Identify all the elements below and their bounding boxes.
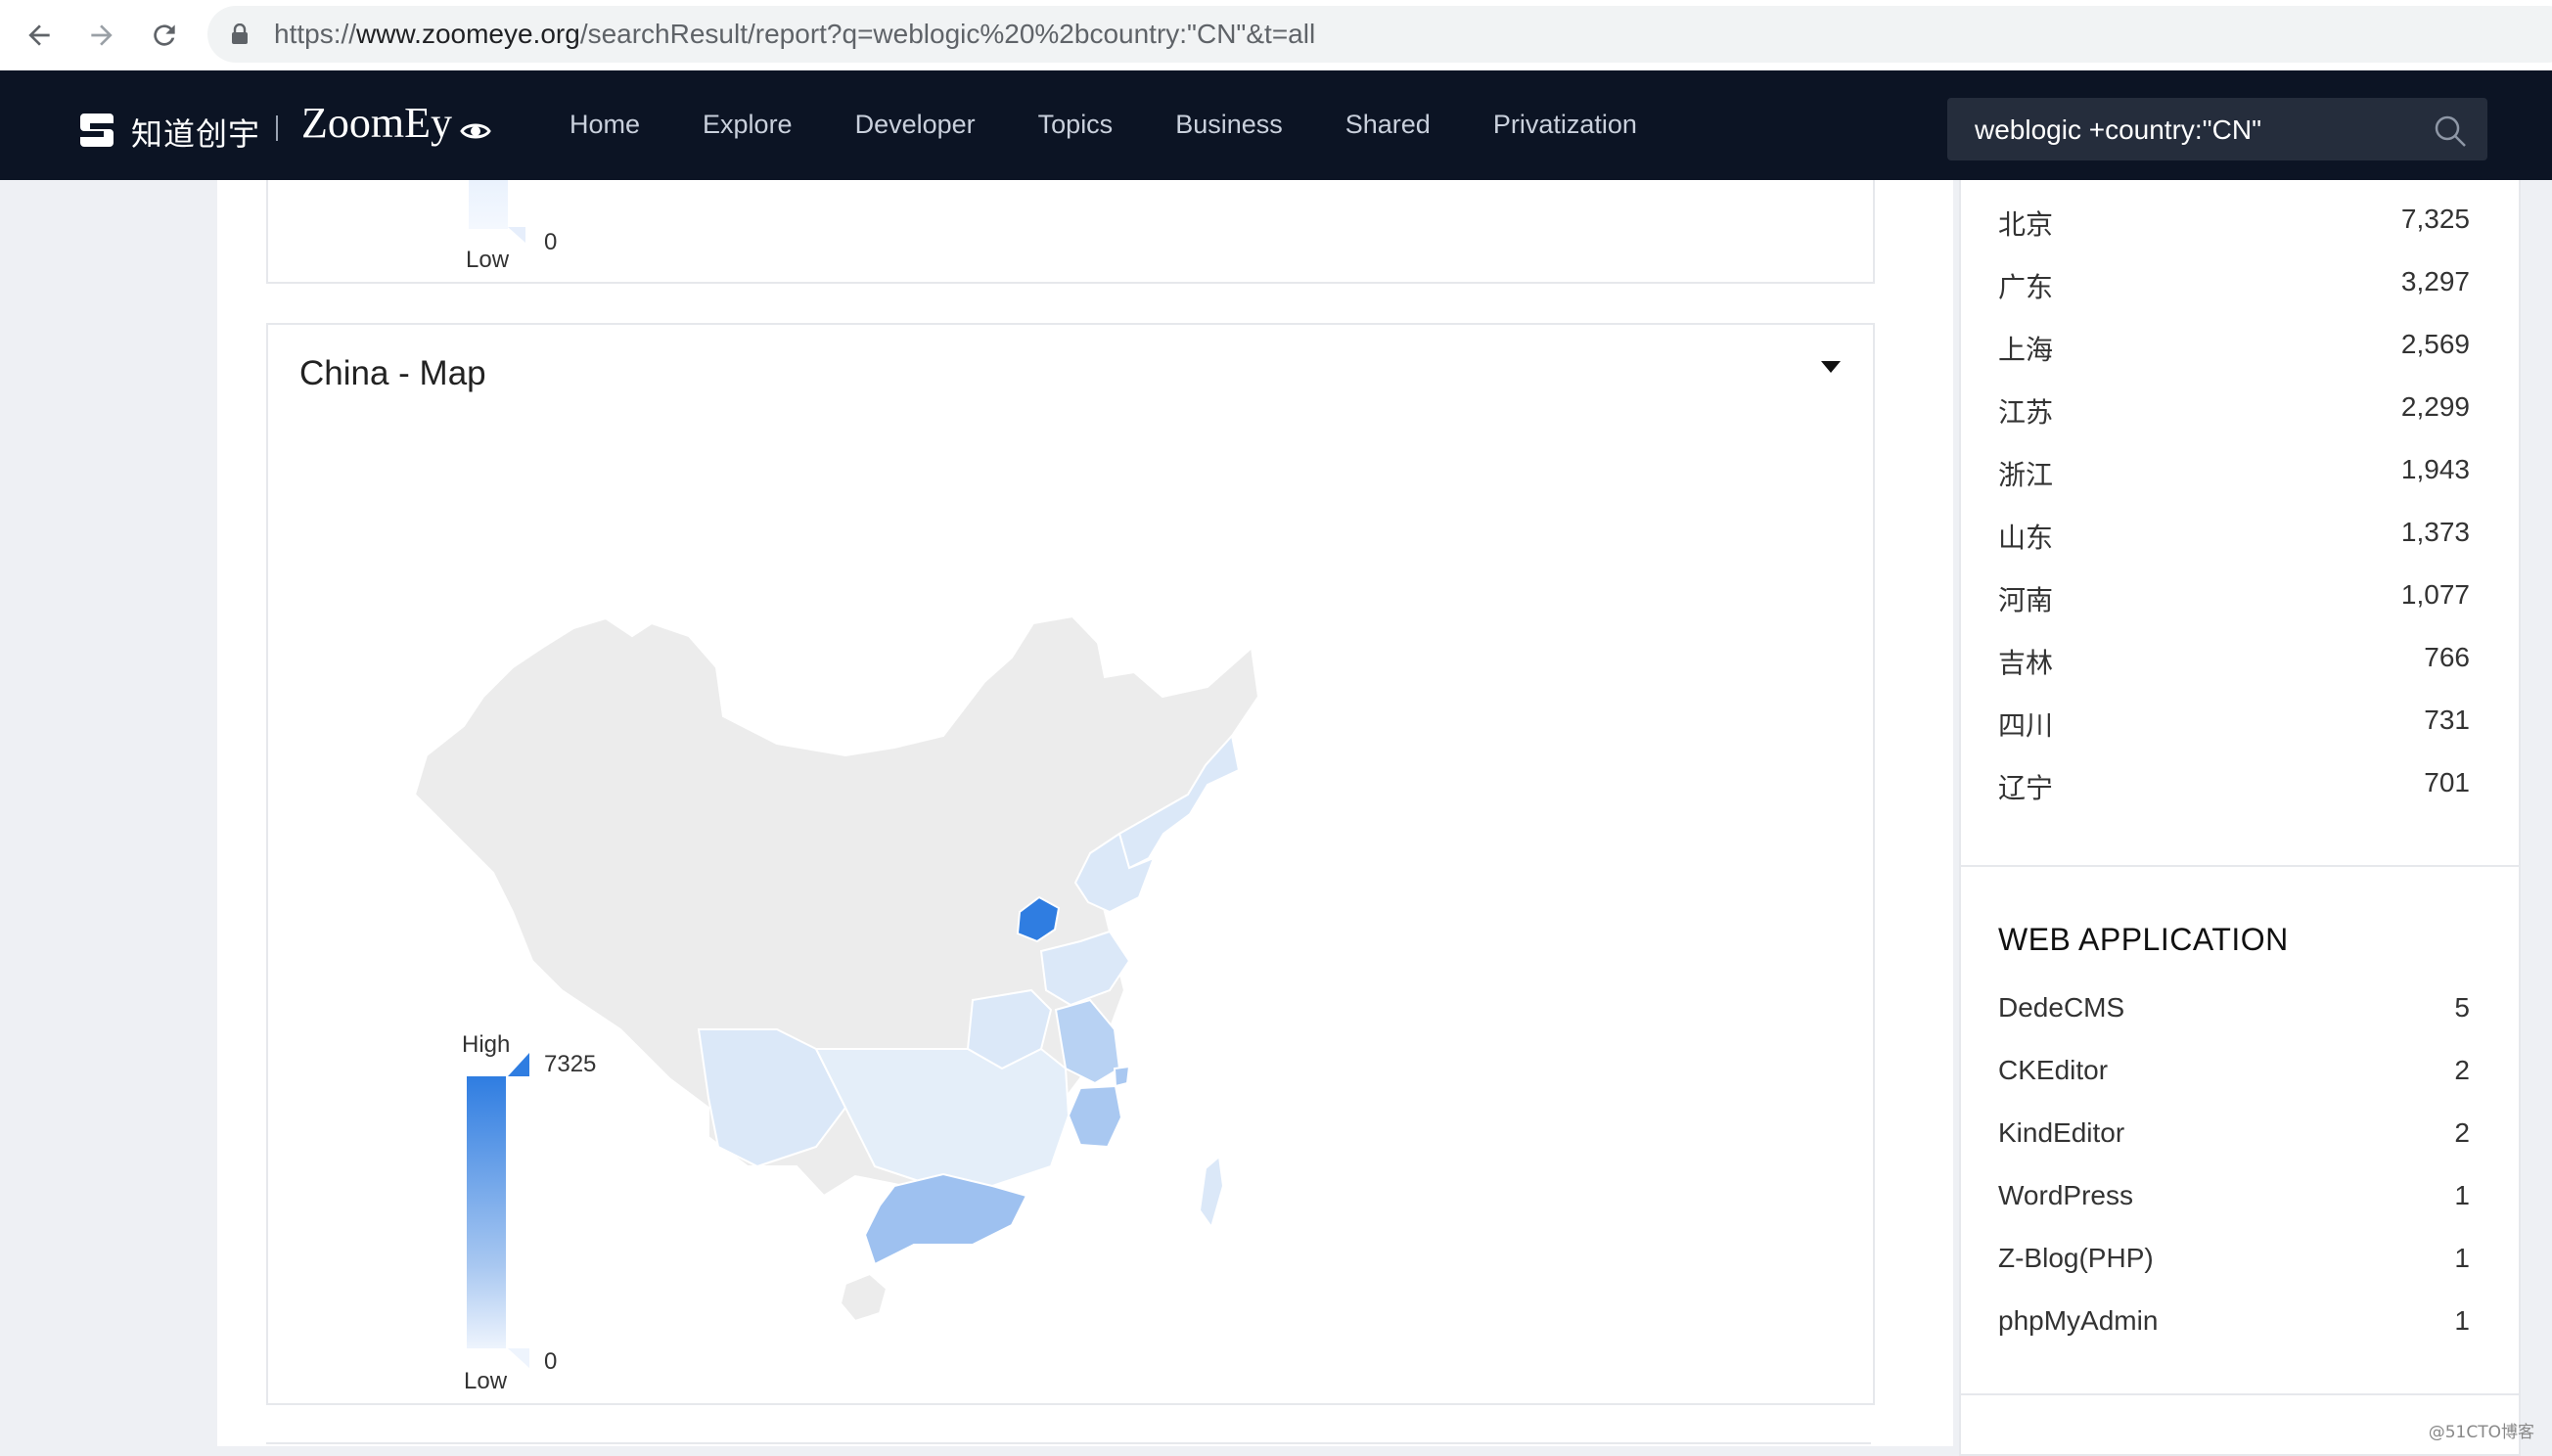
china-map-panel: China - Map High 7325 0 Low — [266, 323, 1875, 1405]
legend-min-value: 0 — [544, 1348, 558, 1375]
forward-button[interactable] — [80, 14, 123, 57]
main-nav: Home Explore Developer Topics Business S… — [570, 110, 1700, 140]
eye-icon — [460, 123, 491, 139]
legend-max-value: 7325 — [544, 1051, 597, 1077]
logo-chinese-text[interactable]: 知道创宇 — [131, 110, 260, 155]
nav-developer[interactable]: Developer — [855, 110, 976, 140]
map-region-guangdong[interactable] — [863, 1172, 1028, 1266]
arrow-left-icon — [28, 24, 50, 46]
map-region-taiwan[interactable] — [1198, 1155, 1225, 1230]
legend-low-label: Low — [466, 247, 510, 273]
list-item[interactable]: 河南 1,077 — [1998, 579, 2470, 618]
reload-button[interactable] — [143, 14, 186, 57]
legend-min-value: 0 — [544, 229, 558, 255]
address-bar[interactable]: https://www.zoomeye.org/searchResult/rep… — [207, 6, 2552, 63]
map-region-shanghai[interactable] — [1113, 1065, 1131, 1088]
reload-icon — [154, 24, 175, 46]
list-item[interactable]: DedeCMS 5 — [1998, 992, 2470, 1031]
nav-explore[interactable]: Explore — [703, 110, 793, 140]
legend-high-label: High — [462, 1031, 511, 1058]
logo-divider — [276, 115, 278, 141]
browser-toolbar: https://www.zoomeye.org/searchResult/rep… — [0, 0, 2552, 70]
legend-max-handle[interactable] — [508, 1053, 529, 1076]
nav-shared[interactable]: Shared — [1345, 110, 1431, 140]
knownsec-logo-icon — [80, 114, 114, 147]
list-item[interactable]: KindEditor 2 — [1998, 1117, 2470, 1157]
search-box — [1947, 98, 2487, 162]
list-item[interactable]: 广东 3,297 — [1998, 266, 2470, 305]
list-item[interactable]: WordPress 1 — [1998, 1180, 2470, 1219]
back-button[interactable] — [18, 14, 61, 57]
previous-map-panel: Low 0 — [266, 180, 1875, 284]
nav-topics[interactable]: Topics — [1038, 110, 1114, 140]
list-item[interactable]: 浙江 1,943 — [1998, 454, 2470, 493]
nav-home[interactable]: Home — [570, 110, 640, 140]
legend-gradient-bar — [467, 1076, 506, 1348]
legend-min-handle[interactable] — [508, 1348, 529, 1368]
page-gutter — [0, 180, 217, 1446]
legend-low-label: Low — [464, 1368, 508, 1394]
nav-business[interactable]: Business — [1175, 110, 1283, 140]
web-application-card: WEB APPLICATION DedeCMS 5 CKEditor 2 KindE… — [1959, 865, 2521, 1397]
search-input[interactable] — [1973, 98, 2407, 162]
map-region-hainan[interactable] — [839, 1272, 889, 1323]
list-item[interactable]: 江苏 2,299 — [1998, 391, 2470, 431]
zoomeye-logo-text[interactable]: ZoomEy — [301, 98, 452, 148]
arrow-right-icon — [91, 24, 113, 46]
list-item[interactable]: 山东 1,373 — [1998, 517, 2470, 556]
next-panel-edge — [266, 1442, 1871, 1448]
list-item[interactable]: 辽宁 701 — [1998, 767, 2470, 806]
list-item[interactable]: Z-Blog(PHP) 1 — [1998, 1243, 2470, 1282]
nav-privatization[interactable]: Privatization — [1493, 110, 1637, 140]
site-header: 知道创宇 ZoomEy Home Explore Developer Topic… — [0, 70, 2552, 180]
province-stats-card: 北京 7,325 广东 3,297 上海 2,569 江苏 2,299 浙江 1,943 … — [1959, 180, 2521, 867]
list-item[interactable]: phpMyAdmin 1 — [1998, 1305, 2470, 1344]
lock-icon — [232, 23, 248, 44]
card-title: WEB APPLICATION — [1998, 922, 2289, 957]
list-item[interactable]: 四川 731 — [1998, 705, 2470, 744]
search-icon[interactable] — [2433, 114, 2468, 149]
url-text: https://www.zoomeye.org/searchResult/rep… — [274, 19, 1316, 49]
list-item[interactable]: CKEditor 2 — [1998, 1055, 2470, 1094]
legend-handle[interactable] — [508, 227, 525, 243]
legend-gradient-bar — [469, 180, 508, 229]
watermark: @51CTO博客 — [2428, 1423, 2534, 1442]
list-item[interactable]: 上海 2,569 — [1998, 329, 2470, 368]
list-item[interactable]: 吉林 766 — [1998, 642, 2470, 681]
list-item[interactable]: 北京 7,325 — [1998, 204, 2470, 243]
china-map — [413, 614, 1260, 1323]
map-region-zhejiang[interactable] — [1067, 1084, 1123, 1149]
